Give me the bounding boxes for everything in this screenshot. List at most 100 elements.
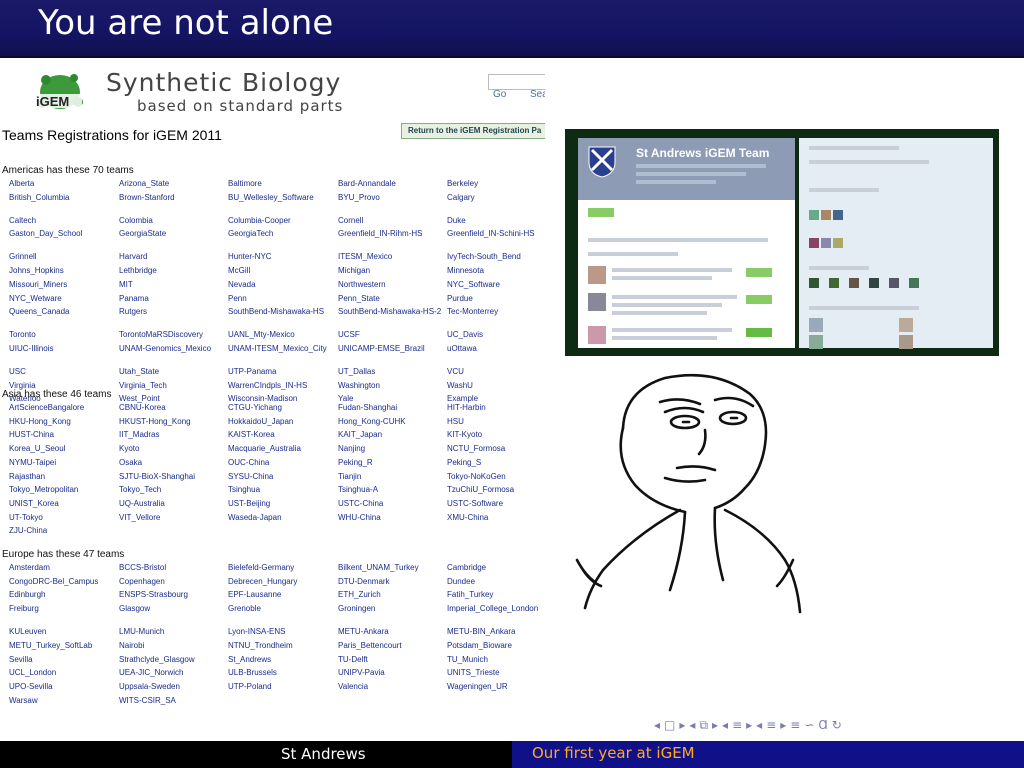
team-link[interactable]: UNIPV-Pavia — [338, 668, 446, 677]
team-link[interactable]: Groningen — [338, 604, 446, 613]
team-link[interactable]: Lethbridge — [119, 266, 227, 275]
team-link[interactable]: BU_Wellesley_Software — [228, 193, 336, 202]
team-link[interactable]: Nanjing — [338, 444, 446, 453]
team-link[interactable]: Fudan-Shanghai — [338, 403, 446, 412]
team-link[interactable]: Northwestern — [338, 280, 446, 289]
team-link[interactable]: KAIT_Japan — [338, 430, 446, 439]
nav-control-icon[interactable]: Ɑ — [818, 718, 827, 732]
team-link[interactable]: West_Point — [119, 394, 227, 403]
team-link[interactable]: BYU_Provo — [338, 193, 446, 202]
team-link[interactable]: UC_Davis — [447, 330, 545, 339]
team-link[interactable]: uOttawa — [447, 344, 545, 353]
team-link[interactable]: SJTU-BioX-Shanghai — [119, 472, 227, 481]
team-link[interactable]: Dundee — [447, 577, 545, 586]
team-link[interactable]: Tec-Monterrey — [447, 307, 545, 316]
team-link[interactable]: Edinburgh — [9, 590, 117, 599]
team-link[interactable]: UANL_Mty-Mexico — [228, 330, 336, 339]
team-link[interactable]: SouthBend-Mishawaka-HS-2 — [338, 307, 446, 316]
team-link[interactable]: NYC_Software — [447, 280, 545, 289]
team-link[interactable]: Brown-Stanford — [119, 193, 227, 202]
team-link[interactable]: METU_Turkey_SoftLab — [9, 641, 117, 650]
team-link[interactable]: Berkeley — [447, 179, 545, 188]
team-link[interactable]: Queens_Canada — [9, 307, 117, 316]
team-link[interactable]: British_Columbia — [9, 193, 117, 202]
team-link[interactable]: NTNU_Trondheim — [228, 641, 336, 650]
search-input[interactable] — [488, 74, 545, 90]
team-link[interactable]: Kyoto — [119, 444, 227, 453]
tweet-follow-button[interactable] — [746, 268, 772, 277]
tweet-following-button[interactable] — [746, 328, 772, 337]
team-link[interactable]: Bielefeld-Germany — [228, 563, 336, 572]
team-link[interactable]: HUST-China — [9, 430, 117, 439]
team-link[interactable]: Amsterdam — [9, 563, 117, 572]
team-link[interactable]: OUC-China — [228, 458, 336, 467]
team-link[interactable]: Toronto — [9, 330, 117, 339]
team-link[interactable]: Macquarie_Australia — [228, 444, 336, 453]
team-link[interactable]: METU-BIN_Ankara — [447, 627, 545, 636]
team-link[interactable]: USTC-Software — [447, 499, 545, 508]
team-link[interactable]: UNITS_Trieste — [447, 668, 545, 677]
nav-control-icon[interactable]: ▸ — [746, 718, 752, 732]
team-link[interactable]: Greenfield_IN-Rihm-HS — [338, 229, 446, 238]
team-link[interactable]: Nairobi — [119, 641, 227, 650]
team-link[interactable]: GeorgiaTech — [228, 229, 336, 238]
nav-control-icon[interactable]: ≡ — [790, 718, 800, 732]
team-link[interactable]: Wageningen_UR — [447, 682, 545, 691]
team-link[interactable]: Michigan — [338, 266, 446, 275]
team-link[interactable]: ETH_Zurich — [338, 590, 446, 599]
team-link[interactable]: Lyon-INSA-ENS — [228, 627, 336, 636]
team-link[interactable]: HIT-Harbin — [447, 403, 545, 412]
nav-control-icon[interactable]: □ — [664, 718, 675, 732]
team-link[interactable]: Cambridge — [447, 563, 545, 572]
team-link[interactable]: LMU-Munich — [119, 627, 227, 636]
team-link[interactable]: Panama — [119, 294, 227, 303]
nav-control-icon[interactable]: ▸ — [780, 718, 786, 732]
nav-control-icon[interactable]: ∽ — [804, 718, 814, 732]
team-link[interactable]: Glasgow — [119, 604, 227, 613]
team-link[interactable]: UST-Beijing — [228, 499, 336, 508]
team-link[interactable]: IIT_Madras — [119, 430, 227, 439]
team-link[interactable]: Debrecen_Hungary — [228, 577, 336, 586]
search-link[interactable]: Sea — [530, 89, 545, 100]
team-link[interactable]: NYMU-Taipei — [9, 458, 117, 467]
team-link[interactable]: Minnesota — [447, 266, 545, 275]
team-link[interactable]: Harvard — [119, 252, 227, 261]
team-link[interactable]: Yale — [338, 394, 446, 403]
team-link[interactable]: ENSPS-Strasbourg — [119, 590, 227, 599]
team-link[interactable]: VIT_Vellore — [119, 513, 227, 522]
team-link[interactable]: Potsdam_Bioware — [447, 641, 545, 650]
nav-control-icon[interactable]: ↻ — [832, 718, 842, 732]
team-link[interactable]: McGill — [228, 266, 336, 275]
team-link[interactable]: KAIST-Korea — [228, 430, 336, 439]
team-link[interactable]: Caltech — [9, 216, 117, 225]
team-link[interactable]: Freiburg — [9, 604, 117, 613]
team-link[interactable]: UTP-Panama — [228, 367, 336, 376]
team-link[interactable]: Grenoble — [228, 604, 336, 613]
team-link[interactable]: Tsinghua-A — [338, 485, 446, 494]
team-link[interactable]: Valencia — [338, 682, 446, 691]
team-link[interactable]: Grinnell — [9, 252, 117, 261]
team-link[interactable]: Bard-Annandale — [338, 179, 446, 188]
team-link[interactable]: Duke — [447, 216, 545, 225]
team-link[interactable]: Wisconsin-Madison — [228, 394, 336, 403]
team-link[interactable]: Peking_S — [447, 458, 545, 467]
team-link[interactable]: Uppsala-Sweden — [119, 682, 227, 691]
team-link[interactable]: ULB-Brussels — [228, 668, 336, 677]
team-link[interactable]: WHU-China — [338, 513, 446, 522]
team-link[interactable]: Warsaw — [9, 696, 117, 705]
team-link[interactable]: Utah_State — [119, 367, 227, 376]
team-link[interactable]: Tsinghua — [228, 485, 336, 494]
team-link[interactable]: Purdue — [447, 294, 545, 303]
tweet-follow-button[interactable] — [746, 295, 772, 304]
team-link[interactable]: UCL_London — [9, 668, 117, 677]
return-to-registration-button[interactable]: Return to the iGEM Registration Pa — [401, 123, 545, 139]
team-link[interactable]: HKUST-Hong_Kong — [119, 417, 227, 426]
team-link[interactable]: KIT-Kyoto — [447, 430, 545, 439]
team-link[interactable]: ZJU-China — [9, 526, 117, 535]
team-link[interactable]: CTGU-Yichang — [228, 403, 336, 412]
team-link[interactable]: Virginia_Tech — [119, 381, 227, 390]
team-link[interactable]: UPO-Sevilla — [9, 682, 117, 691]
team-link[interactable]: EPF-Lausanne — [228, 590, 336, 599]
team-link[interactable]: Alberta — [9, 179, 117, 188]
team-link[interactable]: UT_Dallas — [338, 367, 446, 376]
